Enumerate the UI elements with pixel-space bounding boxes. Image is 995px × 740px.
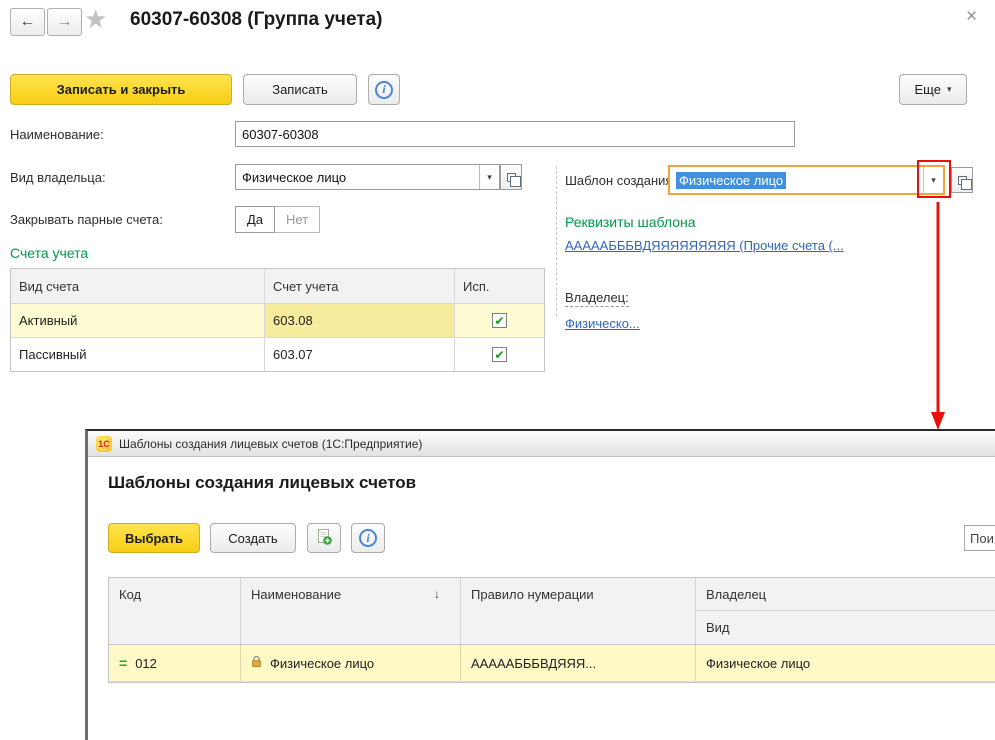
- template-combobox[interactable]: Физическое лицо ▾: [668, 165, 945, 195]
- template-reference-link[interactable]: АААААБББВДЯЯЯЯЯЯЯЯЯ (Прочие счета (...: [565, 238, 844, 253]
- equals-icon: =: [119, 655, 127, 671]
- popup-titlebar-text: Шаблоны создания лицевых счетов (1С:Пред…: [119, 437, 422, 451]
- close-icon[interactable]: ×: [966, 6, 977, 28]
- cell-account[interactable]: 603.08: [265, 303, 455, 337]
- search-input[interactable]: [964, 525, 995, 551]
- accounts-header-row: Вид счета Счет учета Исп.: [11, 269, 544, 303]
- name-input[interactable]: [235, 121, 795, 147]
- accounts-table: Вид счета Счет учета Исп. Активный 603.0…: [10, 268, 545, 372]
- column-header-kind[interactable]: Вид счета: [11, 269, 265, 303]
- cell-owner[interactable]: Физическое лицо: [696, 645, 995, 681]
- popup-titlebar[interactable]: 1С Шаблоны создания лицевых счетов (1С:П…: [88, 431, 995, 457]
- check-icon: ✔: [494, 315, 504, 327]
- selected-text: Физическое лицо: [676, 172, 786, 189]
- template-pane-title: Реквизиты шаблона: [565, 214, 696, 230]
- column-header-account[interactable]: Счет учета: [265, 269, 455, 303]
- column-header-name[interactable]: Наименование ↓: [241, 578, 461, 644]
- template-selection-window: 1С Шаблоны создания лицевых счетов (1С:П…: [85, 429, 995, 740]
- table-row[interactable]: = 012 Физическое лицо АААААБББВДЯЯЯ... Ф…: [109, 645, 995, 682]
- new-document-icon: [315, 528, 333, 549]
- toggle-yes-button[interactable]: Да: [235, 206, 275, 233]
- templates-header: Код Наименование ↓ Правило нумерации Вла…: [109, 578, 995, 645]
- window-title: 60307-60308 (Группа учета): [130, 9, 382, 31]
- owner-kind-dropdown-icon[interactable]: ▾: [479, 165, 499, 189]
- template-label: Шаблон создания:: [565, 173, 676, 188]
- 1c-logo-icon: 1С: [96, 436, 112, 452]
- cell-kind[interactable]: Активный: [11, 303, 265, 337]
- save-and-close-button[interactable]: Записать и закрыть: [10, 74, 232, 105]
- cell-account[interactable]: 603.07: [265, 337, 455, 371]
- annotation-arrow: [924, 198, 954, 438]
- back-button[interactable]: ←: [10, 8, 45, 36]
- table-row[interactable]: Активный 603.08 ✔: [11, 303, 544, 337]
- cell-code[interactable]: = 012: [109, 645, 241, 681]
- owner-label-text: Владелец:: [565, 290, 629, 307]
- popup-info-button[interactable]: i: [351, 523, 385, 553]
- cell-kind[interactable]: Пассивный: [11, 337, 265, 371]
- popup-title: Шаблоны создания лицевых счетов: [108, 473, 416, 493]
- lock-icon: [251, 655, 262, 671]
- column-name-label: Наименование: [251, 587, 341, 644]
- more-button[interactable]: Еще ▾: [899, 74, 967, 105]
- app-window: ← → ★ 60307-60308 (Группа учета) × Запис…: [0, 0, 995, 740]
- owner-kind-label: Вид владельца:: [10, 170, 106, 185]
- save-button[interactable]: Записать: [243, 74, 357, 105]
- toggle-no-button[interactable]: Нет: [275, 206, 320, 233]
- owner-kind-combobox[interactable]: Физическое лицо ▾: [235, 164, 500, 190]
- info-icon: i: [359, 529, 377, 547]
- owner-link[interactable]: Физическо...: [565, 316, 640, 331]
- create-new-button[interactable]: [307, 523, 341, 553]
- code-value: 012: [135, 656, 157, 671]
- info-button[interactable]: i: [368, 74, 400, 105]
- more-label: Еще: [915, 82, 941, 97]
- close-paired-label: Закрывать парные счета:: [10, 212, 163, 227]
- pane-separator: [556, 166, 557, 316]
- info-icon: i: [375, 81, 393, 99]
- template-open-button[interactable]: [951, 167, 973, 193]
- accounts-section-title: Счета учета: [10, 245, 88, 261]
- name-label: Наименование:: [10, 127, 104, 142]
- select-button[interactable]: Выбрать: [108, 523, 200, 553]
- checkbox-checked[interactable]: ✔: [492, 347, 507, 362]
- chevron-down-icon: ▾: [947, 84, 952, 95]
- cell-used[interactable]: ✔: [455, 303, 544, 337]
- table-row[interactable]: Пассивный 603.07 ✔: [11, 337, 544, 371]
- cell-name[interactable]: Физическое лицо: [241, 645, 461, 681]
- back-icon: ←: [20, 13, 36, 31]
- column-header-owner[interactable]: Владелец: [696, 578, 995, 611]
- name-value: Физическое лицо: [270, 656, 374, 671]
- check-icon: ✔: [494, 349, 504, 361]
- cell-used[interactable]: ✔: [455, 337, 544, 371]
- create-button[interactable]: Создать: [210, 523, 296, 553]
- column-header-rule[interactable]: Правило нумерации: [461, 578, 696, 644]
- cell-rule[interactable]: АААААБББВДЯЯЯ...: [461, 645, 696, 681]
- owner-label: Владелец:: [565, 290, 629, 305]
- owner-kind-value: Физическое лицо: [236, 165, 479, 189]
- sort-descending-icon: ↓: [434, 587, 440, 644]
- column-header-used[interactable]: Исп.: [455, 269, 544, 303]
- templates-table: Код Наименование ↓ Правило нумерации Вла…: [108, 577, 995, 683]
- annotation-highlight-box: [917, 160, 951, 198]
- favorite-star-icon[interactable]: ★: [84, 4, 107, 35]
- forward-icon: →: [57, 13, 73, 31]
- forward-button[interactable]: →: [47, 8, 82, 36]
- template-value: Физическое лицо: [670, 167, 923, 193]
- close-paired-toggle: Да Нет: [235, 206, 320, 233]
- open-icon: [958, 176, 967, 185]
- owner-kind-open-button[interactable]: [500, 164, 522, 190]
- open-icon: [507, 173, 516, 182]
- column-header-code[interactable]: Код: [109, 578, 241, 644]
- checkbox-checked[interactable]: ✔: [492, 313, 507, 328]
- column-header-owner-kind[interactable]: Вид: [696, 611, 995, 644]
